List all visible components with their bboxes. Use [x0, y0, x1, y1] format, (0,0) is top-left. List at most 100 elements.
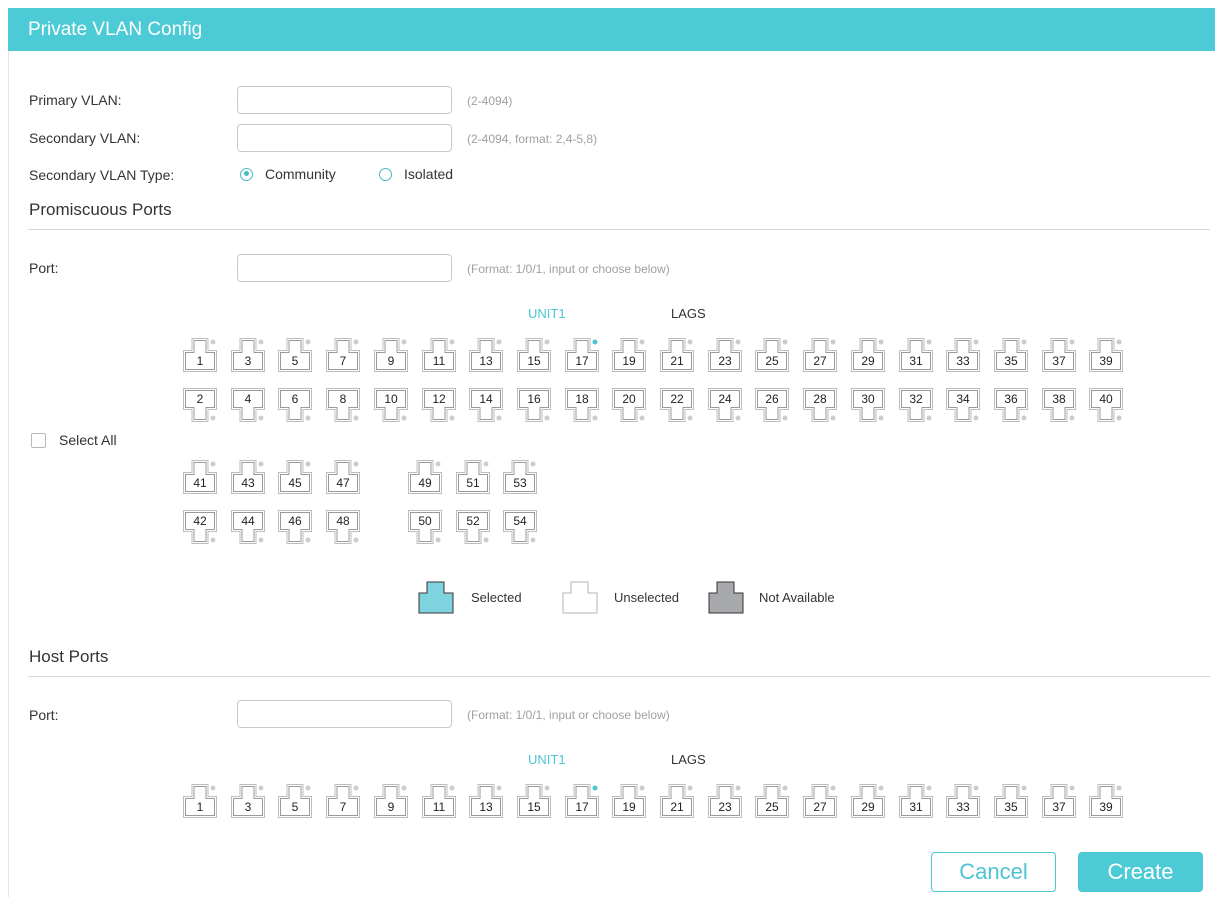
- port-3[interactable]: 3: [231, 338, 265, 372]
- cancel-button[interactable]: Cancel: [931, 852, 1056, 892]
- port-17[interactable]: 17: [565, 784, 599, 818]
- port-5[interactable]: 5: [278, 784, 312, 818]
- host-port-input[interactable]: [237, 700, 452, 728]
- port-27[interactable]: 27: [803, 338, 837, 372]
- port-number: 11: [432, 800, 446, 814]
- port-7[interactable]: 7: [326, 338, 360, 372]
- port-39[interactable]: 39: [1089, 338, 1123, 372]
- port-21[interactable]: 21: [660, 784, 694, 818]
- port-number: 42: [193, 514, 207, 528]
- create-button[interactable]: Create: [1078, 852, 1203, 892]
- port-13[interactable]: 13: [469, 784, 503, 818]
- port-33[interactable]: 33: [946, 784, 980, 818]
- port-31[interactable]: 31: [899, 338, 933, 372]
- host-tab-unit1[interactable]: UNIT1: [528, 752, 566, 767]
- port-25[interactable]: 25: [755, 338, 789, 372]
- port-51[interactable]: 51: [456, 460, 490, 494]
- port-29[interactable]: 29: [851, 338, 885, 372]
- promiscuous-tab-unit1[interactable]: UNIT1: [528, 306, 566, 321]
- port-17[interactable]: 17: [565, 338, 599, 372]
- port-29[interactable]: 29: [851, 784, 885, 818]
- port-10[interactable]: 10: [374, 388, 408, 422]
- port-39[interactable]: 39: [1089, 784, 1123, 818]
- port-25[interactable]: 25: [755, 784, 789, 818]
- port-54[interactable]: 54: [503, 510, 537, 544]
- port-47[interactable]: 47: [326, 460, 360, 494]
- port-52[interactable]: 52: [456, 510, 490, 544]
- radio-isolated[interactable]: Isolated: [379, 166, 453, 182]
- port-11[interactable]: 11: [422, 338, 456, 372]
- port-number: 31: [909, 354, 923, 368]
- port-number: 11: [432, 354, 446, 368]
- host-tab-lags[interactable]: LAGS: [671, 752, 706, 767]
- port-13[interactable]: 13: [469, 338, 503, 372]
- port-44[interactable]: 44: [231, 510, 265, 544]
- port-1[interactable]: 1: [183, 784, 217, 818]
- port-2[interactable]: 2: [183, 388, 217, 422]
- port-12[interactable]: 12: [422, 388, 456, 422]
- port-36[interactable]: 36: [994, 388, 1028, 422]
- port-21[interactable]: 21: [660, 338, 694, 372]
- port-26[interactable]: 26: [755, 388, 789, 422]
- port-16[interactable]: 16: [517, 388, 551, 422]
- port-number: 31: [909, 800, 923, 814]
- port-3[interactable]: 3: [231, 784, 265, 818]
- page-header: Private VLAN Config: [8, 8, 1215, 51]
- port-42[interactable]: 42: [183, 510, 217, 544]
- radio-community[interactable]: Community: [240, 166, 336, 182]
- port-11[interactable]: 11: [422, 784, 456, 818]
- port-46[interactable]: 46: [278, 510, 312, 544]
- port-6[interactable]: 6: [278, 388, 312, 422]
- port-number: 48: [336, 514, 350, 528]
- port-14[interactable]: 14: [469, 388, 503, 422]
- port-18[interactable]: 18: [565, 388, 599, 422]
- port-43[interactable]: 43: [231, 460, 265, 494]
- port-33[interactable]: 33: [946, 338, 980, 372]
- port-38[interactable]: 38: [1042, 388, 1076, 422]
- port-49[interactable]: 49: [408, 460, 442, 494]
- port-4[interactable]: 4: [231, 388, 265, 422]
- port-40[interactable]: 40: [1089, 388, 1123, 422]
- port-number: 19: [622, 354, 636, 368]
- port-9[interactable]: 9: [374, 338, 408, 372]
- port-19[interactable]: 19: [612, 338, 646, 372]
- port-number: 36: [1004, 392, 1018, 406]
- promiscuous-tab-lags[interactable]: LAGS: [671, 306, 706, 321]
- port-number: 2: [196, 392, 204, 406]
- port-35[interactable]: 35: [994, 784, 1028, 818]
- secondary-vlan-type-label: Secondary VLAN Type:: [29, 167, 175, 183]
- port-31[interactable]: 31: [899, 784, 933, 818]
- port-53[interactable]: 53: [503, 460, 537, 494]
- primary-vlan-input[interactable]: [237, 86, 452, 114]
- port-50[interactable]: 50: [408, 510, 442, 544]
- port-28[interactable]: 28: [803, 388, 837, 422]
- port-30[interactable]: 30: [851, 388, 885, 422]
- promiscuous-port-input[interactable]: [237, 254, 452, 282]
- port-number: 25: [765, 800, 779, 814]
- port-35[interactable]: 35: [994, 338, 1028, 372]
- port-15[interactable]: 15: [517, 784, 551, 818]
- port-8[interactable]: 8: [326, 388, 360, 422]
- port-23[interactable]: 23: [708, 338, 742, 372]
- port-27[interactable]: 27: [803, 784, 837, 818]
- port-1[interactable]: 1: [183, 338, 217, 372]
- port-22[interactable]: 22: [660, 388, 694, 422]
- port-45[interactable]: 45: [278, 460, 312, 494]
- port-23[interactable]: 23: [708, 784, 742, 818]
- port-19[interactable]: 19: [612, 784, 646, 818]
- secondary-vlan-input[interactable]: [237, 124, 452, 152]
- port-32[interactable]: 32: [899, 388, 933, 422]
- port-20[interactable]: 20: [612, 388, 646, 422]
- port-number: 26: [765, 392, 779, 406]
- port-48[interactable]: 48: [326, 510, 360, 544]
- port-24[interactable]: 24: [708, 388, 742, 422]
- port-37[interactable]: 37: [1042, 338, 1076, 372]
- port-34[interactable]: 34: [946, 388, 980, 422]
- port-37[interactable]: 37: [1042, 784, 1076, 818]
- port-7[interactable]: 7: [326, 784, 360, 818]
- port-9[interactable]: 9: [374, 784, 408, 818]
- port-41[interactable]: 41: [183, 460, 217, 494]
- port-15[interactable]: 15: [517, 338, 551, 372]
- port-5[interactable]: 5: [278, 338, 312, 372]
- select-all-checkbox[interactable]: Select All: [31, 432, 117, 448]
